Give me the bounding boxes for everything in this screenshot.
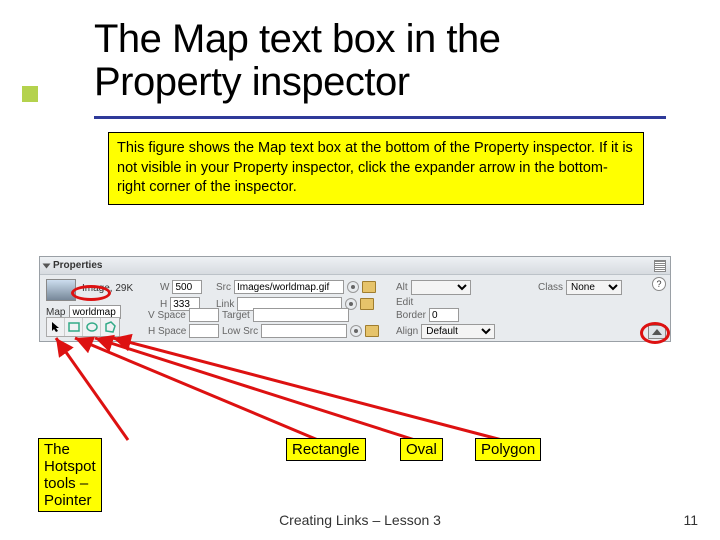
lowsrc-label: Low Src [222, 326, 258, 337]
annotation-polygon-label: Polygon [475, 438, 541, 461]
map-label: Map [46, 307, 65, 318]
annotation-pointer-label: The Hotspot tools – Pointer [38, 438, 102, 512]
border-label: Border [396, 310, 426, 321]
rectangle-icon [68, 321, 80, 333]
inspector-title: Properties [53, 260, 102, 271]
class-select[interactable]: None [566, 280, 622, 295]
target-input[interactable] [253, 308, 349, 322]
class-label: Class [538, 282, 563, 293]
oval-icon [86, 321, 98, 333]
slide-title: The Map text box in the Property inspect… [94, 18, 654, 104]
disclosure-triangle-icon[interactable] [43, 263, 51, 268]
align-select[interactable]: Default [421, 324, 495, 339]
alt-label: Alt [396, 282, 408, 293]
pointer-icon [51, 321, 61, 333]
panel-menu-icon[interactable] [654, 260, 666, 272]
polygon-icon [104, 321, 116, 333]
expander-button[interactable] [648, 325, 666, 339]
browse-folder-icon[interactable] [362, 281, 376, 293]
src-input[interactable] [234, 280, 344, 294]
point-to-file-icon[interactable] [350, 325, 362, 337]
hotspot-pointer-tool[interactable] [47, 318, 65, 336]
alt-select[interactable] [411, 280, 471, 295]
browse-folder-icon[interactable] [365, 325, 379, 337]
target-label: Target [222, 310, 250, 321]
border-input[interactable] [429, 308, 459, 322]
hotspot-oval-tool[interactable] [83, 318, 101, 336]
hotspot-polygon-tool[interactable] [101, 318, 119, 336]
image-thumbnail[interactable] [46, 279, 76, 301]
align-label: Align [396, 326, 418, 337]
lowsrc-input[interactable] [261, 324, 347, 338]
title-bullet [22, 86, 38, 102]
annotation-oval-label: Oval [400, 438, 443, 461]
help-icon[interactable]: ? [652, 277, 666, 291]
hotspot-rectangle-tool[interactable] [65, 318, 83, 336]
page-number: 11 [683, 512, 698, 528]
edit-label: Edit [396, 297, 413, 308]
src-label: Src [216, 282, 231, 293]
vspace-input[interactable] [189, 308, 219, 322]
hspace-input[interactable] [189, 324, 219, 338]
inspector-header[interactable]: Properties [40, 257, 670, 275]
browse-folder-icon[interactable] [360, 298, 374, 310]
slide-footer: Creating Links – Lesson 3 [0, 512, 720, 528]
w-label: W [160, 282, 169, 293]
vspace-label: V Space [148, 310, 186, 321]
image-label: Image, 29K [82, 283, 133, 294]
hspace-label: H Space [148, 326, 186, 337]
annotation-rectangle-label: Rectangle [286, 438, 366, 461]
point-to-file-icon[interactable] [347, 281, 359, 293]
caption-box: This figure shows the Map text box at th… [108, 132, 644, 205]
property-inspector: Properties Image, 29K W H Src Link Alt [39, 256, 671, 342]
chevron-up-icon [652, 329, 662, 335]
hotspot-tools [46, 317, 120, 337]
w-input[interactable] [172, 280, 202, 294]
title-underline [94, 116, 666, 119]
